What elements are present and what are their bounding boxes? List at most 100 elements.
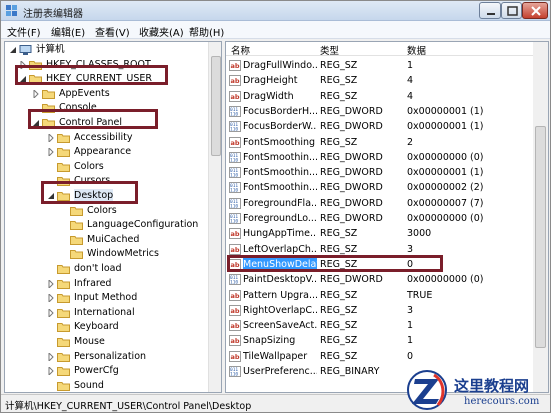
tree-item-label: Colors xyxy=(74,160,104,172)
string-value-icon: ab xyxy=(229,304,241,316)
value-name: FontSmoothin... xyxy=(243,167,317,179)
tree-item[interactable]: WindowMetrics xyxy=(60,247,205,261)
title-bar[interactable]: 注册表编辑器 xyxy=(1,1,550,21)
folder-icon xyxy=(42,89,55,99)
value-type: REG_SZ xyxy=(320,75,358,87)
tree-scrollbar-thumb[interactable] xyxy=(211,56,221,156)
tree-item[interactable]: Accessibility xyxy=(47,131,205,145)
folder-icon xyxy=(57,265,70,274)
folder-icon xyxy=(70,206,83,216)
tree-item[interactable]: LanguageConfiguration xyxy=(60,218,205,232)
tree-item[interactable]: International xyxy=(47,306,205,320)
value-row[interactable]: 011 110 FocusBorderH... REG_DWORD 0x00000001… xyxy=(226,104,532,119)
tree-item[interactable]: Infrared xyxy=(47,277,205,291)
tree-item[interactable]: Colors xyxy=(60,204,205,218)
string-value-icon: ab xyxy=(229,243,241,255)
minimize-icon xyxy=(487,13,495,15)
value-type: REG_SZ xyxy=(320,90,358,102)
value-row[interactable]: ab SnapSizing REG_SZ 1 xyxy=(226,333,532,348)
column-header-name[interactable]: 名称 xyxy=(231,43,250,57)
string-value-icon: ab xyxy=(229,335,241,347)
expand-closed-icon[interactable] xyxy=(32,89,40,98)
value-row[interactable]: 011 110 FocusBorderW... REG_DWORD 0x00000001… xyxy=(226,119,532,134)
tree-item-label: PowerCfg xyxy=(74,365,119,377)
value-data: 3000 xyxy=(407,228,432,240)
value-data: 0x00000001 (1) xyxy=(407,121,484,133)
value-name: SnapSizing xyxy=(243,335,296,347)
binary-value-icon: 011110 xyxy=(229,167,241,179)
tree-item[interactable]: Sound xyxy=(47,379,205,392)
list-scrollbar[interactable] xyxy=(533,42,548,392)
expand-closed-icon[interactable] xyxy=(47,352,55,361)
tree-item[interactable]: 计算机 xyxy=(9,43,205,57)
menu-view[interactable]: 查看(V) xyxy=(95,24,130,39)
expand-open-icon[interactable] xyxy=(9,46,17,54)
value-row[interactable]: ab HungAppTime... REG_SZ 3000 xyxy=(226,226,532,241)
value-type: REG_DWORD xyxy=(320,121,383,133)
highlight-box-hkcu xyxy=(15,65,168,85)
value-row[interactable]: ab DragFullWindo... REG_SZ 1 xyxy=(226,58,532,73)
key-tree-pane[interactable]: 计算机 HKEY_CLASSES_ROOT HKEY_CURRENT_USER App… xyxy=(4,41,222,393)
tree-item[interactable]: PowerCfg xyxy=(47,364,205,378)
close-button[interactable] xyxy=(522,2,548,19)
expand-closed-icon[interactable] xyxy=(47,308,55,317)
value-row[interactable]: ab DragHeight REG_SZ 4 xyxy=(226,73,532,88)
regedit-app-icon xyxy=(6,5,17,16)
value-row[interactable]: ab RightOverlapC... REG_SZ 3 xyxy=(226,303,532,318)
value-name: FocusBorderW... xyxy=(243,121,317,133)
expand-closed-icon[interactable] xyxy=(47,279,55,288)
tree-item[interactable]: MuiCached xyxy=(60,233,205,247)
string-value-icon: ab xyxy=(229,136,241,148)
column-header-data[interactable]: 数据 xyxy=(407,43,426,57)
folder-icon xyxy=(57,323,70,333)
tree-item[interactable]: Input Method xyxy=(47,291,205,305)
value-data: 0 xyxy=(407,350,414,362)
maximize-button[interactable] xyxy=(501,2,522,19)
menu-file[interactable]: 文件(F) xyxy=(7,24,41,39)
value-name: Pattern Upgra... xyxy=(243,289,317,301)
binary-value-icon: 011110 xyxy=(229,182,241,194)
tree-item[interactable]: Personalization xyxy=(47,350,205,364)
tree-item[interactable]: Mouse xyxy=(47,335,205,349)
expand-closed-icon[interactable] xyxy=(47,148,55,157)
column-header-type[interactable]: 类型 xyxy=(320,43,339,57)
value-name: TileWallpaper xyxy=(243,350,308,362)
menu-favorites[interactable]: 收藏夹(A) xyxy=(139,24,184,39)
folder-icon xyxy=(57,338,70,347)
tree-item-label: Keyboard xyxy=(74,321,119,333)
value-row[interactable]: ab DragWidth REG_SZ 4 xyxy=(226,89,532,104)
binary-value-icon: 011110 xyxy=(229,274,241,286)
value-row[interactable]: ab Pattern Upgra... REG_SZ TRUE xyxy=(226,288,532,303)
string-value-icon: ab xyxy=(229,320,241,332)
list-scrollbar-thumb[interactable] xyxy=(535,126,546,348)
value-row[interactable]: 011 110 ForegroundFla... REG_DWORD 0x0000000… xyxy=(226,196,532,211)
minimize-button[interactable] xyxy=(479,2,501,19)
expand-closed-icon[interactable] xyxy=(47,294,55,303)
svg-text:110: 110 xyxy=(230,188,238,194)
tree-item[interactable]: Colors xyxy=(47,160,205,174)
value-row[interactable]: ab TileWallpaper REG_SZ 0 xyxy=(226,349,532,364)
binary-value-icon: 011110 xyxy=(229,197,241,209)
menu-help[interactable]: 帮助(H) xyxy=(189,24,224,39)
menu-edit[interactable]: 编辑(E) xyxy=(51,24,85,39)
value-row[interactable]: 011 110 ForegroundLo... REG_DWORD 0x00000000… xyxy=(226,211,532,226)
tree-item[interactable]: Appearance xyxy=(47,145,205,159)
value-row[interactable]: 011 110 FontSmoothin... REG_DWORD 0x00000000… xyxy=(226,150,532,165)
svg-text:ab: ab xyxy=(231,292,240,300)
value-row[interactable]: 011 110 PaintDesktopV... REG_DWORD 0x0000000… xyxy=(226,272,532,287)
tree-item[interactable]: Keyboard xyxy=(47,320,205,334)
value-row[interactable]: 011 110 FontSmoothin... REG_DWORD 0x00000002… xyxy=(226,180,532,195)
tree-item[interactable]: don't load xyxy=(47,262,205,276)
value-row[interactable]: ab FontSmoothing REG_SZ 2 xyxy=(226,135,532,150)
values-list-pane[interactable]: 名称 类型 数据 ab DragFullWindo... REG_SZ 1 ab Drag… xyxy=(225,41,549,393)
tree-scrollbar[interactable] xyxy=(208,42,221,392)
tree-item-label: International xyxy=(74,306,135,318)
folder-icon xyxy=(57,133,70,143)
tree-item[interactable]: AppEvents xyxy=(32,87,205,101)
expand-closed-icon[interactable] xyxy=(47,133,55,142)
folder-icon xyxy=(57,294,70,304)
expand-closed-icon[interactable] xyxy=(47,367,55,376)
string-value-icon: ab xyxy=(229,75,241,87)
value-row[interactable]: 011 110 FontSmoothin... REG_DWORD 0x00000001… xyxy=(226,165,532,180)
value-row[interactable]: ab ScreenSaveAct... REG_SZ 1 xyxy=(226,318,532,333)
